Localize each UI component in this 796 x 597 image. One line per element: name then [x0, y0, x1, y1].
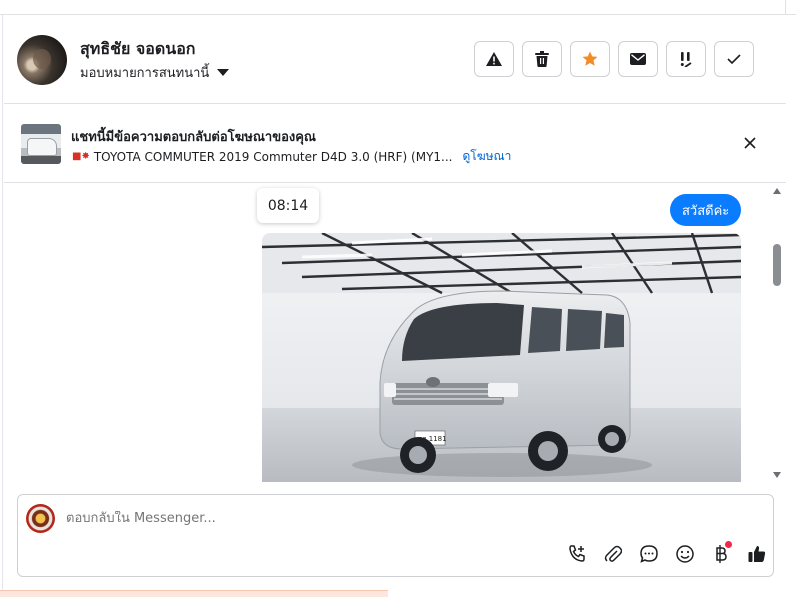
smiley-icon [676, 545, 694, 563]
caret-down-icon [217, 69, 230, 76]
like-button[interactable] [739, 542, 775, 566]
message-thread[interactable]: 08:14 สวัสดีค่ะ ฮฮ 1181 [4, 184, 786, 482]
view-ad-link[interactable]: ดูโฆษณา [462, 147, 511, 166]
car-emoji-icon: ■✸ [72, 151, 90, 162]
scroll-down-arrow-icon[interactable] [773, 472, 781, 478]
add-call-icon [569, 545, 585, 562]
van-photo: ฮฮ 1181 [262, 233, 741, 482]
contact-name[interactable]: สุทธิชัย จอดนอก [80, 37, 196, 62]
report-button[interactable] [474, 41, 514, 77]
composer-toolbar [559, 541, 775, 566]
attach-button[interactable] [595, 542, 631, 566]
assign-label: มอบหมายการสนทนานี้ [80, 66, 210, 81]
scroll-up-arrow-icon[interactable] [773, 188, 781, 194]
ad-banner-subtitle: TOYOTA COMMUTER 2019 Commuter D4D 3.0 (H… [93, 149, 453, 164]
add-call-button[interactable] [559, 542, 595, 566]
close-banner-button[interactable] [741, 134, 759, 152]
conversation-header: สุทธิชัย จอดนอก มอบหมายการสนทนานี้ [4, 16, 786, 104]
contact-avatar[interactable] [17, 35, 67, 85]
divider [785, 0, 786, 15]
ad-banner-title: แชทนี้มีข้อความตอบกลับต่อโฆษณาของคุณ [71, 130, 316, 145]
message-composer [17, 494, 774, 577]
trash-icon [535, 51, 549, 67]
mark-done-button[interactable] [714, 41, 754, 77]
top-strip [0, 0, 796, 15]
envelope-icon [630, 53, 646, 65]
emoji-button[interactable] [667, 542, 703, 566]
message-timestamp: 08:14 [257, 188, 319, 223]
close-icon [744, 137, 756, 149]
ad-banner-subtitle-row: ■✸ TOYOTA COMMUTER 2019 Commuter D4D 3.0… [72, 147, 511, 166]
message-photo[interactable]: ฮฮ 1181 [262, 233, 741, 482]
warning-icon [486, 52, 502, 66]
left-divider [0, 15, 3, 595]
star-icon [582, 51, 598, 66]
star-button[interactable] [570, 41, 610, 77]
mark-unread-button[interactable] [618, 41, 658, 77]
payment-button[interactable] [703, 541, 739, 566]
header-actions [474, 41, 754, 77]
speech-bubble-icon [640, 545, 658, 563]
paperclip-icon [604, 545, 622, 562]
check-icon [727, 54, 741, 64]
saved-replies-button[interactable] [631, 542, 667, 566]
delete-button[interactable] [522, 41, 562, 77]
thread-scrollbar[interactable] [770, 186, 784, 482]
notification-dot [725, 541, 732, 548]
scroll-thumb[interactable] [773, 244, 781, 286]
follow-up-button[interactable] [666, 41, 706, 77]
thumbs-up-icon [748, 546, 766, 562]
page-avatar [26, 504, 55, 533]
ad-reply-banner: แชทนี้มีข้อความตอบกลับต่อโฆษณาของคุณ ■✸ … [4, 105, 786, 183]
bottom-notification-strip [0, 590, 388, 597]
assign-conversation-dropdown[interactable]: มอบหมายการสนทนานี้ [80, 62, 230, 83]
ad-thumbnail[interactable] [21, 124, 61, 164]
double-exclamation-icon [680, 52, 692, 67]
reply-input[interactable] [66, 511, 666, 526]
outgoing-message-bubble[interactable]: สวัสดีค่ะ [670, 194, 742, 226]
